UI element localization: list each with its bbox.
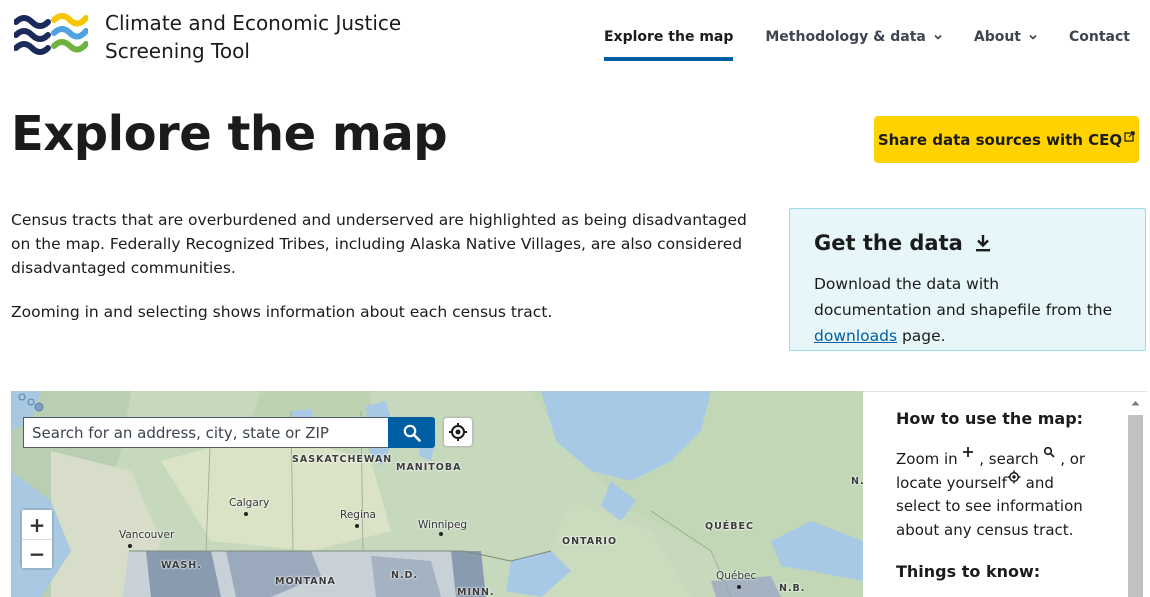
map-city-dot: [737, 585, 741, 589]
nav-about[interactable]: About: [974, 27, 1037, 47]
locate-icon: [1007, 470, 1021, 483]
map-city-dot: [355, 524, 359, 528]
map-label-winnipeg: Winnipeg: [418, 519, 468, 531]
chevron-down-icon: [934, 34, 942, 40]
map-label-ontario: ONTARIO: [562, 536, 618, 547]
get-data-text: Download the data with documentation and…: [814, 271, 1121, 349]
map-label-nd: N.D.: [391, 570, 419, 581]
nav-contact[interactable]: Contact: [1069, 27, 1130, 47]
nav-methodology-label: Methodology & data: [765, 29, 926, 45]
main-nav: Explore the map Methodology & data About…: [572, 27, 1130, 61]
search-icon: [403, 424, 421, 442]
map-label-vancouver: Vancouver: [119, 529, 175, 541]
zoom-out-button[interactable]: −: [22, 539, 52, 568]
map-view[interactable]: SASKATCHEWAN MANITOBA Calgary Regina Win…: [11, 391, 863, 597]
nav-contact-label: Contact: [1069, 29, 1130, 45]
page-title: Explore the map: [11, 106, 448, 162]
map-side-panel: How to use the map: Zoom in , search , o…: [863, 391, 1147, 597]
map-label-minn: MINN.: [457, 587, 495, 597]
things-to-know-heading: Things to know:: [896, 562, 1041, 581]
share-button-label: Share data sources with CEQ: [877, 130, 1123, 149]
logo-icon[interactable]: [14, 12, 88, 58]
how-to-use-text: Zoom in , search , or locate yourself an…: [896, 446, 1103, 542]
map-label-calgary: Calgary: [229, 497, 270, 509]
map-city-dot: [128, 544, 132, 548]
map-label-montana: MONTANA: [275, 576, 336, 587]
site-title-line1: Climate and Economic Justice: [105, 11, 402, 35]
share-data-sources-button[interactable]: Share data sources with CEQ: [874, 116, 1139, 163]
map-label-wash: WASH.: [161, 560, 202, 571]
map-search: [23, 417, 435, 448]
search-icon: [1044, 446, 1056, 458]
download-icon: [975, 235, 990, 252]
nav-methodology[interactable]: Methodology & data: [765, 27, 942, 47]
nav-about-label: About: [973, 29, 1021, 45]
intro-paragraph-2: Zooming in and selecting shows informati…: [11, 303, 553, 321]
map-label-quebec-city: Québec: [716, 570, 757, 582]
map-label-regina: Regina: [340, 509, 376, 521]
search-button[interactable]: [388, 417, 435, 448]
nav-explore-map[interactable]: Explore the map: [603, 27, 734, 61]
locate-button[interactable]: [443, 417, 473, 447]
intro-text: Census tracts that are overburdened and …: [11, 208, 751, 324]
zoom-in-button[interactable]: +: [22, 510, 52, 539]
map-label-saskatchewan: SASKATCHEWAN: [292, 454, 393, 465]
zoom-in-text: Zoom in: [896, 450, 958, 468]
chevron-down-icon: [1029, 34, 1037, 40]
or-text: , or: [1060, 450, 1086, 468]
get-data-text-before: Download the data with documentation and…: [814, 275, 1113, 319]
site-title[interactable]: Climate and Economic Justice Screening T…: [105, 9, 401, 65]
zoom-controls: + −: [22, 510, 52, 568]
map-label-manitoba: MANITOBA: [396, 462, 462, 473]
side-panel-scrollbar[interactable]: [1128, 396, 1143, 597]
map-label-nb: N.B.: [779, 583, 806, 594]
search-text: , search: [979, 450, 1039, 468]
plus-icon: [963, 447, 974, 457]
map-city-dot: [439, 532, 443, 536]
external-link-icon: [1124, 131, 1135, 142]
how-to-use-heading: How to use the map:: [896, 409, 1084, 428]
get-data-title: Get the data: [814, 231, 963, 255]
get-data-box: Get the data Download the data with docu…: [789, 208, 1146, 351]
get-data-text-after: page.: [897, 327, 946, 345]
nav-explore-map-label: Explore the map: [603, 29, 734, 45]
map-city-dot: [244, 512, 248, 516]
scrollbar-thumb[interactable]: [1128, 415, 1143, 597]
map-label-quebec-province: QUÉBEC: [705, 521, 754, 532]
locate-icon: [449, 423, 467, 441]
scroll-up-arrow-icon[interactable]: [1128, 396, 1143, 409]
site-title-line2: Screening Tool: [105, 39, 250, 63]
map-label-nl: N.: [851, 476, 863, 487]
intro-paragraph-1: Census tracts that are overburdened and …: [11, 211, 747, 277]
search-input[interactable]: [23, 417, 388, 448]
downloads-link[interactable]: downloads: [814, 327, 897, 345]
get-data-heading: Get the data: [814, 231, 1121, 255]
locate-yourself-text: locate yourself: [896, 473, 1007, 492]
